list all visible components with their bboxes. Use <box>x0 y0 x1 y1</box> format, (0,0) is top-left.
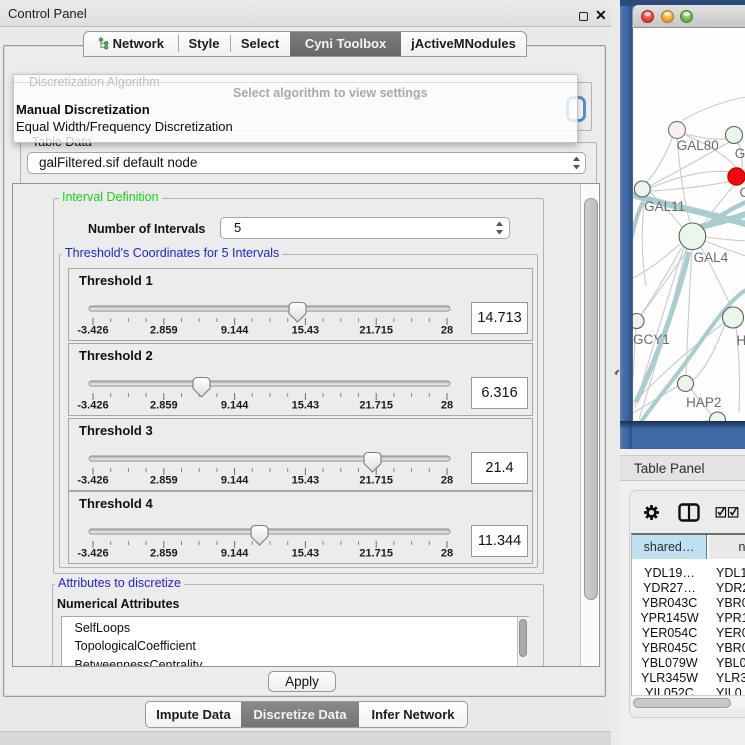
svg-text:-3.426: -3.426 <box>77 325 108 337</box>
svg-text:15.43: 15.43 <box>292 475 320 487</box>
svg-text:21.715: 21.715 <box>359 548 393 560</box>
svg-text:15.43: 15.43 <box>292 548 320 560</box>
svg-text:-3.426: -3.426 <box>77 475 108 487</box>
svg-text:H: H <box>737 333 745 348</box>
svg-text:28: 28 <box>441 325 453 337</box>
svg-text:HAP2: HAP2 <box>686 395 721 410</box>
svg-text:2.859: 2.859 <box>150 325 178 337</box>
svg-text:28: 28 <box>441 475 453 487</box>
svg-text:-3.426: -3.426 <box>77 548 108 560</box>
svg-text:G.: G. <box>735 146 745 161</box>
svg-text:9.144: 9.144 <box>221 325 249 337</box>
svg-text:2.859: 2.859 <box>150 475 178 487</box>
svg-text:-3.426: -3.426 <box>77 400 108 412</box>
svg-text:GCY1: GCY1 <box>633 332 670 347</box>
svg-text:21.715: 21.715 <box>359 475 393 487</box>
svg-text:GAL11: GAL11 <box>644 199 685 214</box>
svg-text:2.859: 2.859 <box>150 548 178 560</box>
svg-text:2.859: 2.859 <box>150 400 178 412</box>
svg-text:28: 28 <box>441 400 453 412</box>
svg-text:C: C <box>740 185 745 200</box>
svg-text:9.144: 9.144 <box>221 400 249 412</box>
svg-text:GAL80: GAL80 <box>677 138 719 153</box>
svg-text:9.144: 9.144 <box>221 548 249 560</box>
svg-text:21.715: 21.715 <box>359 325 393 337</box>
svg-text:28: 28 <box>441 548 453 560</box>
svg-text:15.43: 15.43 <box>292 325 320 337</box>
svg-text:21.715: 21.715 <box>359 400 393 412</box>
svg-text:15.43: 15.43 <box>292 400 320 412</box>
svg-text:9.144: 9.144 <box>221 475 249 487</box>
svg-text:GAL4: GAL4 <box>694 250 729 265</box>
